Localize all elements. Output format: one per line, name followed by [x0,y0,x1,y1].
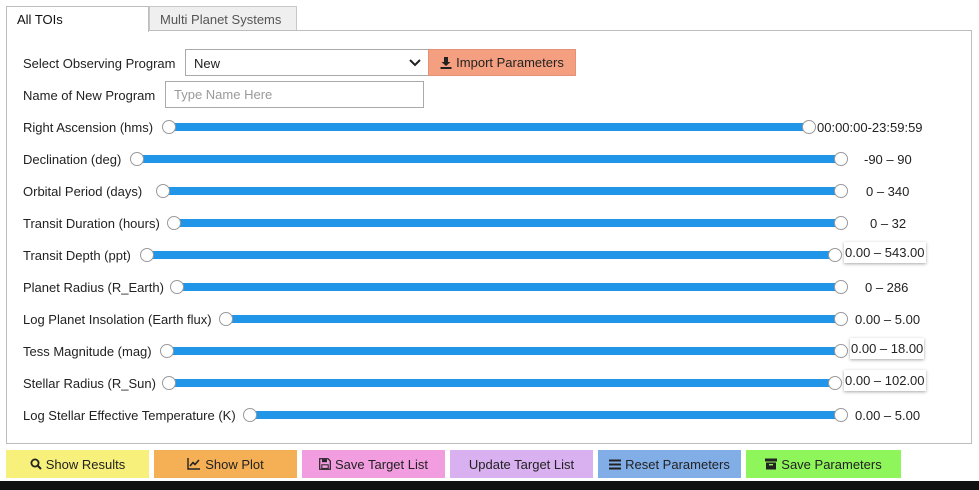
slider-value-planet-radius: 0 – 286 [865,280,909,295]
show-plot-button[interactable]: Show Plot [154,450,297,478]
show-results-button[interactable]: Show Results [6,450,149,478]
slider-min-handle-tess-magnitude[interactable] [160,344,174,358]
slider-min-handle-transit-depth[interactable] [140,248,154,262]
reset-parameters-button[interactable]: Reset Parameters [598,450,741,478]
show-results-label: Show Results [45,456,126,472]
slider-value-stellar-temperature: 0.00 – 5.00 [855,408,921,423]
slider-track-orbital-period[interactable] [163,187,841,195]
slider-value-planet-insolation: 0.00 – 5.00 [855,312,921,327]
slider-value-orbital-period: 0 – 340 [866,184,910,199]
slider-min-handle-declination[interactable] [130,152,144,166]
update-target-list-label: Update Target List [468,456,575,472]
slider-track-planet-radius[interactable] [177,283,841,291]
slider-value-transit-duration: 0 – 32 [870,216,907,231]
slider-max-handle-transit-depth[interactable] [828,248,842,262]
select-program-label: Select Observing Program [23,56,176,71]
save-parameters-button[interactable]: Save Parameters [746,450,901,478]
floppy-icon [319,458,331,470]
slider-track-right-ascension[interactable] [169,123,809,131]
slider-track-tess-magnitude[interactable] [167,347,841,355]
archive-icon [765,458,778,470]
import-parameters-label: Import Parameters [456,55,564,70]
slider-value-transit-depth: 0.00 – 543.00 [844,242,926,263]
save-parameters-label: Save Parameters [781,456,882,472]
update-target-list-button[interactable]: Update Target List [450,450,593,478]
observing-program-select[interactable]: New [185,49,429,76]
slider-track-transit-depth[interactable] [147,251,835,259]
slider-value-tess-magnitude: 0.00 – 18.00 [850,338,925,359]
slider-max-handle-planet-radius[interactable] [834,280,848,294]
slider-label-declination: Declination (deg) [23,152,122,167]
slider-min-handle-orbital-period[interactable] [156,184,170,198]
slider-label-planet-radius: Planet Radius (R_Earth) [23,280,164,295]
slider-label-transit-duration: Transit Duration (hours) [23,216,160,231]
download-icon [440,56,452,69]
save-target-list-button[interactable]: Save Target List [302,450,445,478]
slider-min-handle-stellar-temperature[interactable] [243,408,257,422]
line-chart-icon [187,458,201,470]
slider-max-handle-transit-duration[interactable] [834,216,848,230]
slider-min-handle-planet-radius[interactable] [170,280,184,294]
search-icon [30,458,42,470]
program-name-label: Name of New Program [23,88,156,103]
slider-max-handle-declination[interactable] [834,152,848,166]
program-name-input[interactable] [165,81,424,108]
slider-min-handle-planet-insolation[interactable] [219,312,233,326]
tab-multi-planet-systems[interactable]: Multi Planet Systems [149,6,297,30]
slider-label-tess-magnitude: Tess Magnitude (mag) [23,344,152,359]
show-plot-label: Show Plot [205,456,264,472]
slider-track-declination[interactable] [137,155,841,163]
slider-value-declination: -90 – 90 [864,152,912,167]
slider-label-right-ascension: Right Ascension (hms) [23,120,154,135]
slider-track-planet-insolation[interactable] [226,315,841,323]
slider-value-stellar-radius: 0.00 – 102.00 [844,370,926,391]
import-parameters-button[interactable]: Import Parameters [428,49,576,76]
slider-label-planet-insolation: Log Planet Insolation (Earth flux) [23,312,212,327]
slider-track-stellar-radius[interactable] [169,379,835,387]
slider-max-handle-stellar-temperature[interactable] [834,408,848,422]
slider-track-stellar-temperature[interactable] [250,411,841,419]
bottom-border [0,481,979,490]
save-target-list-label: Save Target List [335,456,428,472]
slider-label-orbital-period: Orbital Period (days) [23,184,143,199]
slider-max-handle-stellar-radius[interactable] [828,376,842,390]
tab-all-tois[interactable]: All TOIs [6,6,149,32]
slider-max-handle-right-ascension[interactable] [802,120,816,134]
slider-label-transit-depth: Transit Depth (ppt) [23,248,131,263]
slider-track-transit-duration[interactable] [174,219,841,227]
observing-program-selected: New [194,56,221,71]
slider-max-handle-tess-magnitude[interactable] [834,344,848,358]
chevron-down-icon [409,59,421,67]
reset-parameters-label: Reset Parameters [625,456,730,472]
list-icon [609,459,622,469]
slider-max-handle-orbital-period[interactable] [834,184,848,198]
slider-value-right-ascension: 00:00:00-23:59:59 [817,120,923,135]
slider-max-handle-planet-insolation[interactable] [834,312,848,326]
parameters-panel: Select Observing Program New Import Para… [6,30,972,444]
slider-label-stellar-temperature: Log Stellar Effective Temperature (K) [23,408,236,423]
slider-min-handle-right-ascension[interactable] [162,120,176,134]
slider-min-handle-stellar-radius[interactable] [162,376,176,390]
slider-min-handle-transit-duration[interactable] [167,216,181,230]
slider-label-stellar-radius: Stellar Radius (R_Sun) [23,376,156,391]
